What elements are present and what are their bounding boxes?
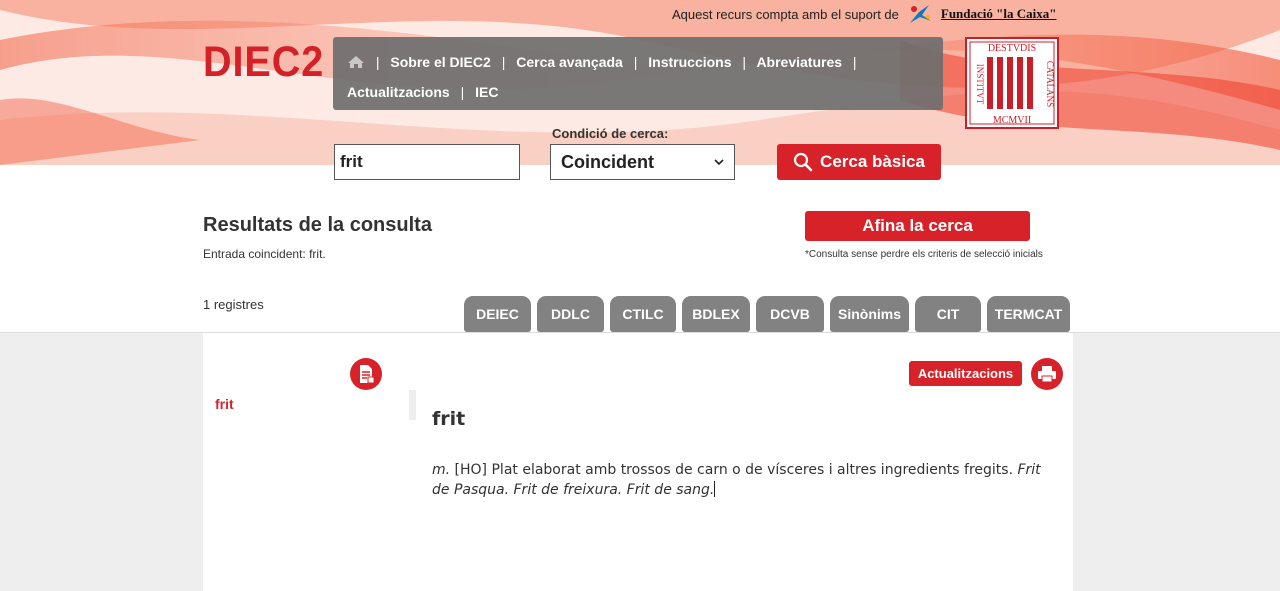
records-count: 1 registres <box>203 297 264 312</box>
entry-pos: m. <box>432 462 451 478</box>
nav-advanced-search[interactable]: Cerca avançada <box>516 54 623 70</box>
dict-ctilc-button[interactable]: CTILC <box>610 296 676 332</box>
seal-right-text: CATALANS <box>1045 61 1055 107</box>
diec2-logo[interactable]: DIEC2 <box>203 38 324 87</box>
updates-button[interactable]: Actualitzacions <box>909 361 1022 386</box>
condition-label: Condició de cerca: <box>552 126 669 141</box>
sponsor-text: Aquest recurs compta amb el suport de <box>672 6 899 22</box>
print-icon <box>1038 366 1056 383</box>
dict-dcvb-button[interactable]: DCVB <box>756 296 824 332</box>
panel-divider <box>409 390 416 420</box>
seal-top-text: DESTVDIS <box>988 43 1036 54</box>
search-input-value: frit <box>340 152 363 171</box>
export-document-button[interactable] <box>350 358 382 390</box>
home-icon[interactable] <box>347 55 365 69</box>
search-input[interactable]: frit <box>334 144 520 180</box>
dict-sinonims-button[interactable]: Sinònims <box>830 296 909 332</box>
nav-abbreviations[interactable]: Abreviatures <box>756 54 842 70</box>
seal-bottom-text: MCMVII <box>993 115 1031 126</box>
sponsor-note: Aquest recurs compta amb el suport de Fu… <box>672 3 1056 25</box>
entry-headword: frit <box>432 408 466 430</box>
condition-select[interactable]: Coincident <box>550 144 735 180</box>
basic-search-button[interactable]: Cerca bàsica <box>777 144 941 180</box>
main-nav: | Sobre el DIEC2 | Cerca avançada | Inst… <box>333 37 943 110</box>
refine-search-button[interactable]: Afina la cerca <box>805 211 1030 241</box>
la-caixa-star-icon <box>909 5 931 23</box>
nav-about[interactable]: Sobre el DIEC2 <box>390 54 490 70</box>
sponsor-brand-link[interactable]: Fundació "la Caixa" <box>941 6 1057 22</box>
print-button[interactable] <box>1031 358 1063 390</box>
condition-select-value: Coincident <box>561 151 654 172</box>
dict-cit-button[interactable]: CIT <box>915 296 981 332</box>
basic-search-label: Cerca bàsica <box>820 152 925 171</box>
dict-ddlc-button[interactable]: DDLC <box>537 296 604 332</box>
nav-updates[interactable]: Actualitzacions <box>347 84 450 100</box>
side-entry-link[interactable]: frit <box>215 396 234 412</box>
chevron-down-icon <box>714 158 724 165</box>
results-subtitle: Entrada coincident: frit. <box>203 247 326 261</box>
entry-definition: m. [HO] Plat elaborat amb trossos de car… <box>432 460 1062 500</box>
nav-instructions[interactable]: Instruccions <box>648 54 731 70</box>
dict-bdlex-button[interactable]: BDLEX <box>682 296 750 332</box>
dict-deiec-button[interactable]: DEIEC <box>464 296 531 332</box>
refine-note: *Consulta sense perdre els criteris de s… <box>805 249 1043 260</box>
search-icon <box>793 152 813 172</box>
dictionary-buttons: DEIEC DDLC CTILC BDLEX DCVB Sinònims CIT… <box>464 296 1070 332</box>
results-title: Resultats de la consulta <box>203 214 432 236</box>
iec-seal-logo[interactable]: DESTVDIS INSTITVT CATALANS MCMVII <box>965 37 1059 129</box>
text-caret <box>714 481 716 497</box>
document-export-icon <box>360 365 375 384</box>
entry-domain: [HO] <box>454 462 488 478</box>
dict-termcat-button[interactable]: TERMCAT <box>987 296 1070 332</box>
entry-definition-text: Plat elaborat amb trossos de carn o de v… <box>491 462 1014 478</box>
nav-iec[interactable]: IEC <box>475 84 498 100</box>
seal-left-text: INSTITVT <box>975 64 985 105</box>
